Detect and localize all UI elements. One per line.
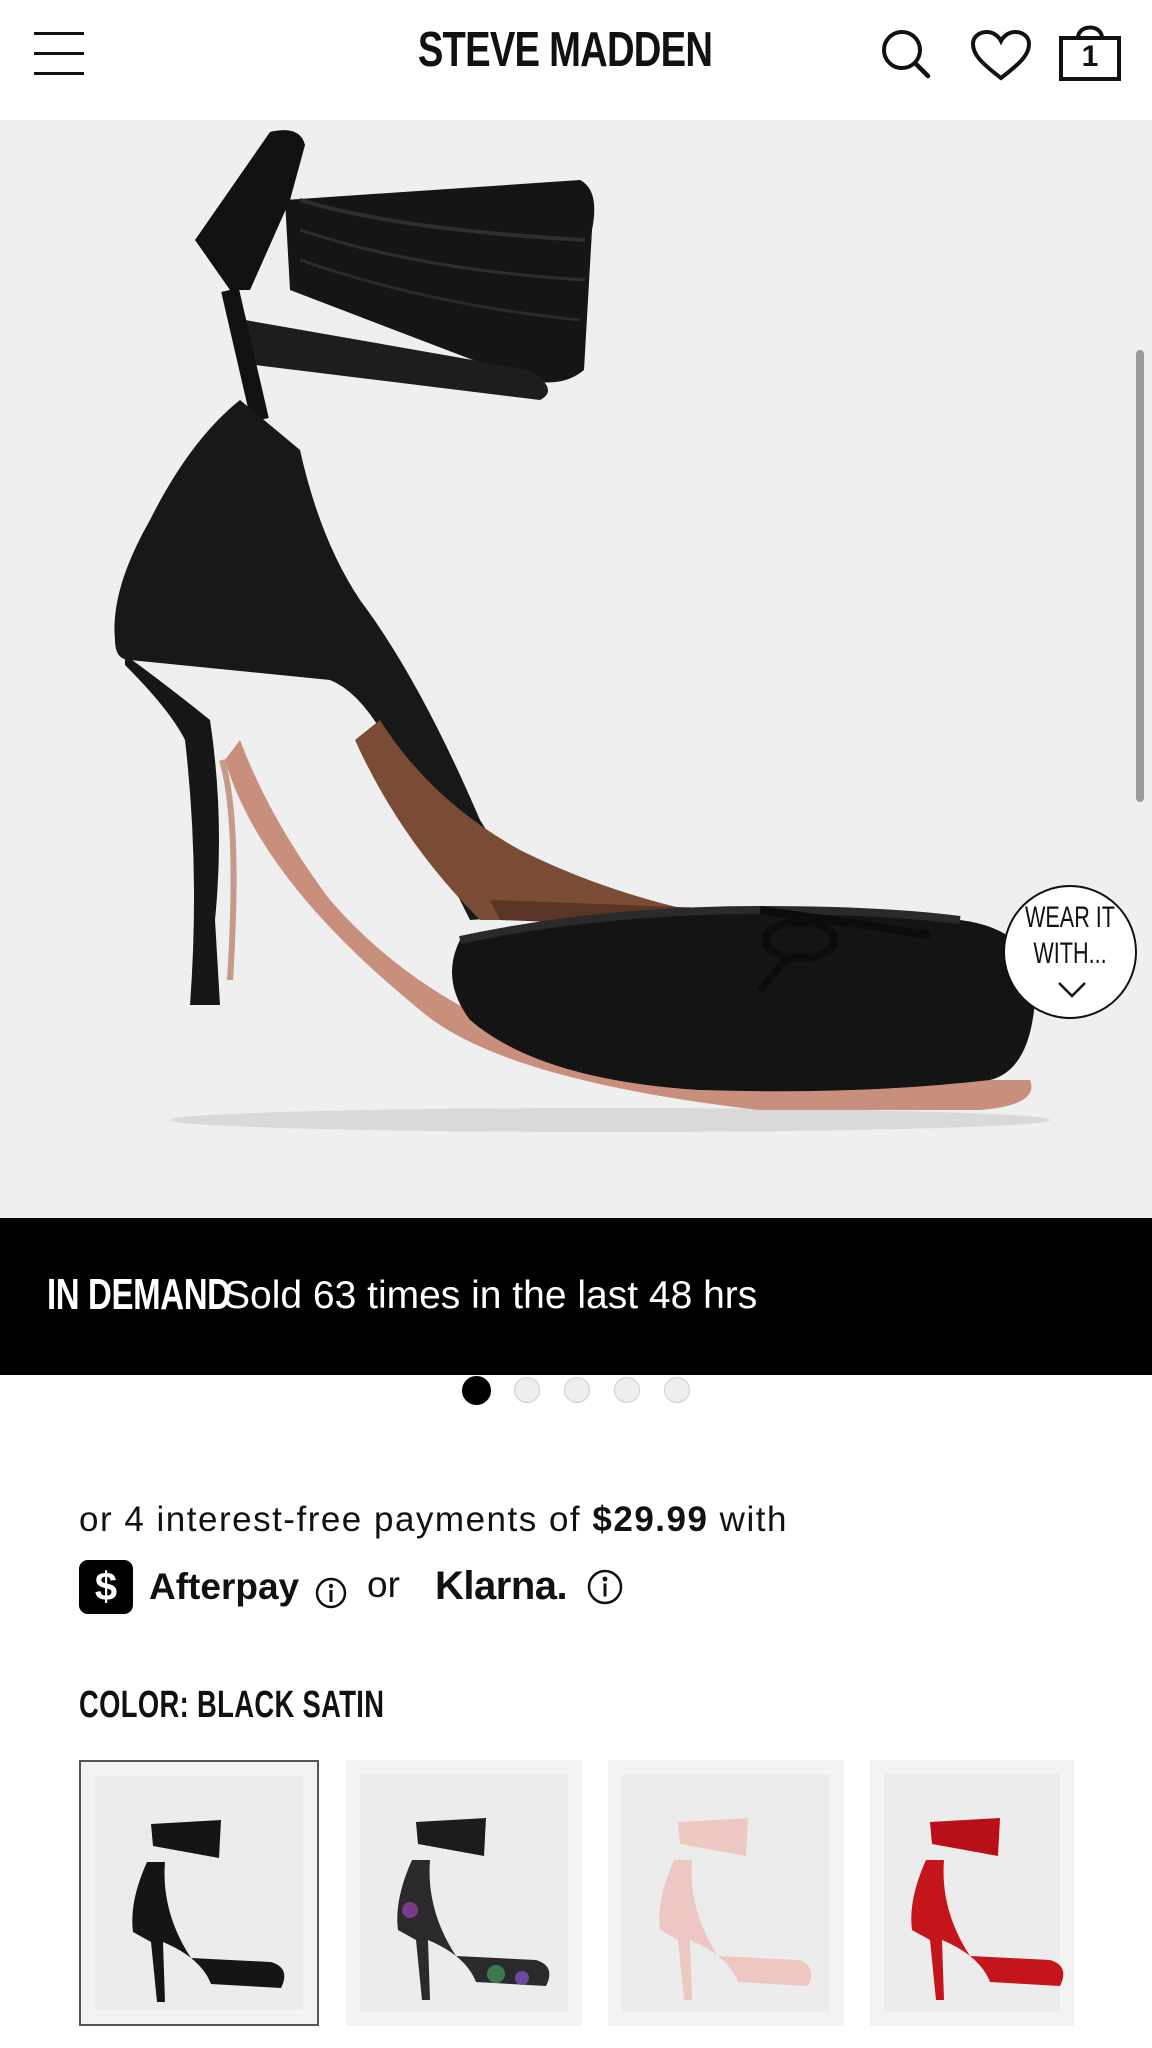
carousel-dot-5[interactable] bbox=[664, 1377, 690, 1403]
afterpay-label: Afterpay bbox=[149, 1566, 300, 1607]
installment-amount: $29.99 bbox=[592, 1500, 709, 1539]
klarna-info-icon[interactable] bbox=[586, 1568, 624, 1606]
swatch-shoe-image bbox=[911, 1818, 1064, 2000]
brand-logo[interactable]: STEVE MADDEN bbox=[382, 22, 749, 78]
color-swatch-red[interactable] bbox=[870, 1760, 1074, 2026]
menu-icon[interactable] bbox=[34, 32, 84, 76]
color-label: COLOR: BLACK SATIN bbox=[79, 1684, 385, 1726]
color-swatch-floral[interactable] bbox=[346, 1760, 582, 2026]
image-scrollbar[interactable] bbox=[1136, 350, 1144, 802]
afterpay-logo-icon: $ bbox=[79, 1560, 133, 1614]
heart-icon[interactable] bbox=[970, 30, 1032, 82]
color-swatch-black-satin[interactable] bbox=[79, 1760, 319, 2026]
or-text: or bbox=[367, 1564, 400, 1605]
installment-text: or 4 interest-free payments of $29.99 wi… bbox=[79, 1500, 788, 1540]
cart-count: 1 bbox=[1081, 40, 1099, 73]
afterpay-info-icon[interactable] bbox=[314, 1576, 348, 1610]
in-demand-text: Sold 63 times in the last 48 hrs bbox=[224, 1274, 758, 1317]
carousel-dot-2[interactable] bbox=[514, 1377, 540, 1403]
in-demand-banner: IN DEMAND Sold 63 times in the last 48 h… bbox=[0, 1218, 1152, 1375]
swatch-shoe-image bbox=[659, 1818, 812, 2000]
klarna-logo: Klarna. bbox=[435, 1564, 568, 1608]
wear-it-with-button[interactable]: WEAR IT WITH... bbox=[1003, 885, 1137, 1019]
swatch-shoe-image bbox=[397, 1818, 550, 2000]
wear-it-line2: WITH... bbox=[1033, 937, 1107, 970]
installment-prefix: or 4 interest-free payments of bbox=[79, 1500, 593, 1539]
chevron-down-icon bbox=[1058, 982, 1086, 998]
cart-icon[interactable]: 1 bbox=[1058, 18, 1122, 82]
swatch-shoe-image bbox=[132, 1820, 285, 2002]
search-icon[interactable] bbox=[880, 28, 934, 82]
site-header: STEVE MADDEN 1 bbox=[0, 0, 1152, 120]
payment-providers: $ Afterpay or Klarna. bbox=[79, 1560, 779, 1616]
color-swatch-blush[interactable] bbox=[608, 1760, 844, 2026]
installment-suffix: with bbox=[708, 1500, 788, 1539]
carousel-dot-1[interactable] bbox=[462, 1376, 491, 1405]
wear-it-line1: WEAR IT bbox=[1025, 901, 1115, 934]
carousel-dot-3[interactable] bbox=[564, 1377, 590, 1403]
in-demand-label: IN DEMAND bbox=[47, 1270, 231, 1319]
product-shoe-image bbox=[114, 130, 1050, 1132]
carousel-dot-4[interactable] bbox=[614, 1377, 640, 1403]
product-image-carousel[interactable]: WEAR IT WITH... bbox=[0, 120, 1152, 1218]
